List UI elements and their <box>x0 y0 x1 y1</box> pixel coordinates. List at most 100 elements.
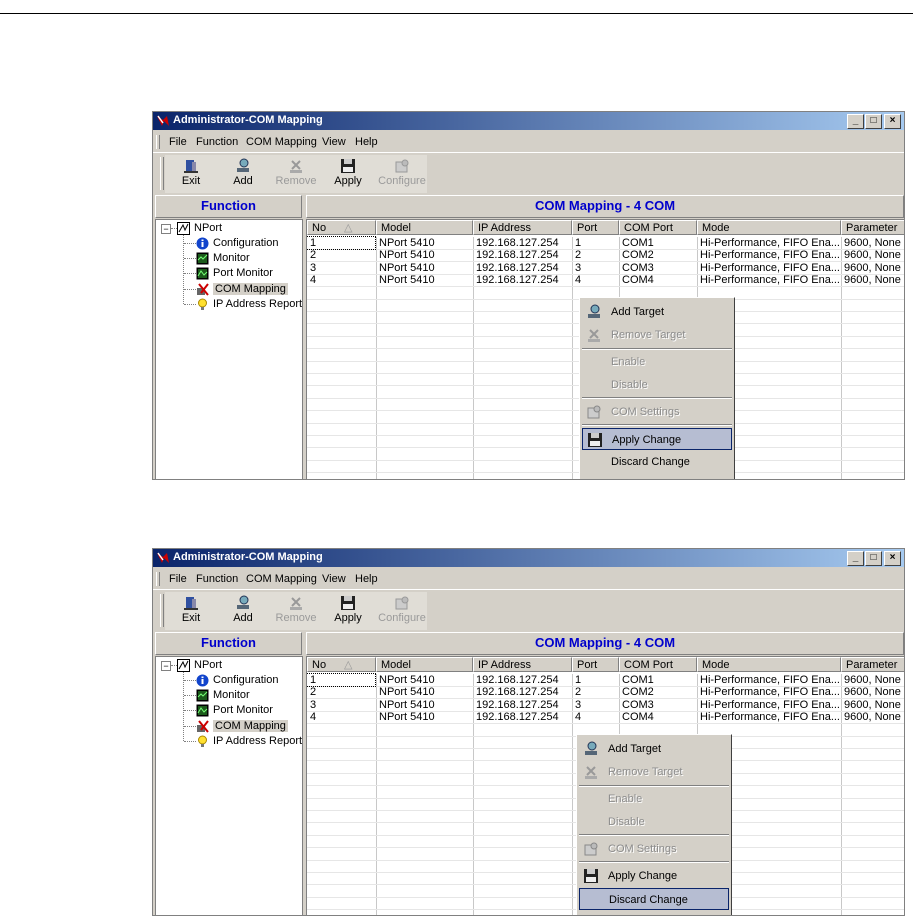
toolbar: Exit Add Remove Apply Configure <box>153 591 904 631</box>
info-icon <box>196 237 209 250</box>
title-bar[interactable]: Administrator-COM Mapping _ □ × <box>153 549 904 567</box>
tree-label: IP Address Report <box>213 735 303 747</box>
tree-item-ip-address-report[interactable]: IP Address Report <box>196 734 302 749</box>
table-cell-mode: Hi-Performance, FIFO Ena... <box>700 261 840 274</box>
tree-item-monitor[interactable]: Monitor <box>196 688 250 703</box>
menu-item-remove-target[interactable]: Remove Target <box>582 324 732 346</box>
tree-collapse-toggle[interactable]: − <box>161 224 171 234</box>
exit-button[interactable]: Exit <box>167 156 215 192</box>
menu-item-discard-change[interactable]: Discard Change <box>579 888 729 910</box>
exit-button[interactable]: Exit <box>167 593 215 629</box>
menu-item-com-settings[interactable]: COM Settings <box>579 838 729 860</box>
apply-button[interactable]: Apply <box>324 156 372 192</box>
menu-item-disable[interactable]: Disable <box>579 811 729 833</box>
tree-label: Monitor <box>213 689 250 701</box>
table-cell-port: 1 <box>575 674 582 686</box>
column-header-model[interactable]: Model <box>376 220 473 235</box>
tree-item-monitor[interactable]: Monitor <box>196 251 250 266</box>
tree-item-nport[interactable]: NPort <box>177 658 222 673</box>
remove-icon <box>290 160 302 173</box>
tree-label: COM Mapping <box>213 720 288 732</box>
table-cell-port: 3 <box>575 698 582 711</box>
tree-item-ip-address-report[interactable]: IP Address Report <box>196 297 302 312</box>
apply-button[interactable]: Apply <box>324 593 372 629</box>
menu-item-disable[interactable]: Disable <box>582 374 732 396</box>
column-header-ip-address[interactable]: IP Address <box>473 220 572 235</box>
menu-item-remove-target[interactable]: Remove Target <box>579 761 729 783</box>
table-row[interactable]: 3 NPort 5410 192.168.127.254 3 COM3 Hi-Perfor… <box>307 261 904 274</box>
tree-item-com-mapping[interactable]: COM Mapping <box>196 282 288 297</box>
column-header-parameter[interactable]: Parameter <box>841 220 904 235</box>
title-bar[interactable]: Administrator-COM Mapping _ □ × <box>153 112 904 130</box>
maximize-button[interactable]: □ <box>865 551 882 566</box>
table-cell-model: NPort 5410 <box>379 249 435 262</box>
column-header-port[interactable]: Port <box>572 220 619 235</box>
table-cell-ip-address: 192.168.127.254 <box>476 674 559 686</box>
menu-item-label: Remove Target <box>611 329 686 341</box>
tree-collapse-toggle[interactable]: − <box>161 661 171 671</box>
tree-item-port-monitor[interactable]: Port Monitor <box>196 266 273 281</box>
close-button[interactable]: × <box>884 551 901 566</box>
configure-button[interactable]: Configure <box>376 593 428 629</box>
table-row[interactable]: 2 NPort 5410 192.168.127.254 2 COM2 Hi-Perfor… <box>307 686 904 698</box>
menu-help[interactable]: Help <box>355 136 378 148</box>
menu-file[interactable]: File <box>169 573 187 585</box>
remove-button[interactable]: Remove <box>272 156 320 192</box>
table-cell-no: 3 <box>310 261 317 274</box>
tree-item-port-monitor[interactable]: Port Monitor <box>196 703 273 718</box>
menu-view[interactable]: View <box>322 136 346 148</box>
menu-item-com-settings[interactable]: COM Settings <box>582 401 732 423</box>
table-row[interactable]: 1 NPort 5410 192.168.127.254 1 COM1 Hi-Perfor… <box>307 236 901 250</box>
remove-label: Remove <box>275 175 317 187</box>
menu-com-mapping[interactable]: COM Mapping <box>246 136 317 148</box>
column-header-no[interactable]: No △ <box>307 220 376 235</box>
table-row[interactable]: 4 NPort 5410 192.168.127.254 4 COM4 Hi-Perfor… <box>307 711 904 723</box>
table-row[interactable]: 3 NPort 5410 192.168.127.254 3 COM3 Hi-Perfor… <box>307 698 904 711</box>
menu-function[interactable]: Function <box>196 136 238 148</box>
column-header-model[interactable]: Model <box>376 657 473 672</box>
remove-button[interactable]: Remove <box>272 593 320 629</box>
add-target-icon <box>585 741 597 755</box>
menu-item-apply-change[interactable]: Apply Change <box>582 428 732 450</box>
table-cell-model: NPort 5410 <box>379 274 435 287</box>
column-header-com-port[interactable]: COM Port <box>619 220 697 235</box>
menu-separator <box>582 424 732 426</box>
tree-item-nport[interactable]: NPort <box>177 221 222 236</box>
close-button[interactable]: × <box>884 114 901 129</box>
maximize-button[interactable]: □ <box>865 114 882 129</box>
apply-change-icon <box>588 433 602 447</box>
function-pane-header: Function <box>155 195 302 218</box>
menu-view[interactable]: View <box>322 573 346 585</box>
tree-item-com-mapping[interactable]: COM Mapping <box>196 719 288 734</box>
menu-item-add-target[interactable]: Add Target <box>579 738 729 760</box>
column-header-no[interactable]: No △ <box>307 657 376 672</box>
menu-item-enable[interactable]: Enable <box>579 788 729 810</box>
column-header-port[interactable]: Port <box>572 657 619 672</box>
column-header-mode[interactable]: Mode <box>697 220 841 235</box>
menu-item-discard-change[interactable]: Discard Change <box>582 451 732 473</box>
column-header-ip-address[interactable]: IP Address <box>473 657 572 672</box>
tree-item-configuration[interactable]: Configuration <box>196 673 278 688</box>
menu-item-enable[interactable]: Enable <box>582 351 732 373</box>
menu-help[interactable]: Help <box>355 573 378 585</box>
column-header-mode[interactable]: Mode <box>697 657 841 672</box>
menu-grip <box>156 572 160 586</box>
menu-file[interactable]: File <box>169 136 187 148</box>
menu-item-add-target[interactable]: Add Target <box>582 301 732 323</box>
menu-com-mapping[interactable]: COM Mapping <box>246 573 317 585</box>
menu-function[interactable]: Function <box>196 573 238 585</box>
menu-item-apply-change[interactable]: Apply Change <box>579 865 729 887</box>
minimize-button[interactable]: _ <box>847 114 864 129</box>
add-button[interactable]: Add <box>219 593 267 629</box>
table-row[interactable]: 2 NPort 5410 192.168.127.254 2 COM2 Hi-Perfor… <box>307 249 904 262</box>
column-header-com-port[interactable]: COM Port <box>619 657 697 672</box>
exit-label: Exit <box>181 175 201 187</box>
table-row[interactable]: 1 NPort 5410 192.168.127.254 1 COM1 Hi-Perfor… <box>307 673 901 687</box>
minimize-button[interactable]: _ <box>847 551 864 566</box>
table-row[interactable]: 4 NPort 5410 192.168.127.254 4 COM4 Hi-Perfor… <box>307 274 904 287</box>
configure-button[interactable]: Configure <box>376 156 428 192</box>
table-cell-parameter: 9600, None <box>844 674 901 686</box>
tree-item-configuration[interactable]: Configuration <box>196 236 278 251</box>
add-button[interactable]: Add <box>219 156 267 192</box>
column-header-parameter[interactable]: Parameter <box>841 657 904 672</box>
